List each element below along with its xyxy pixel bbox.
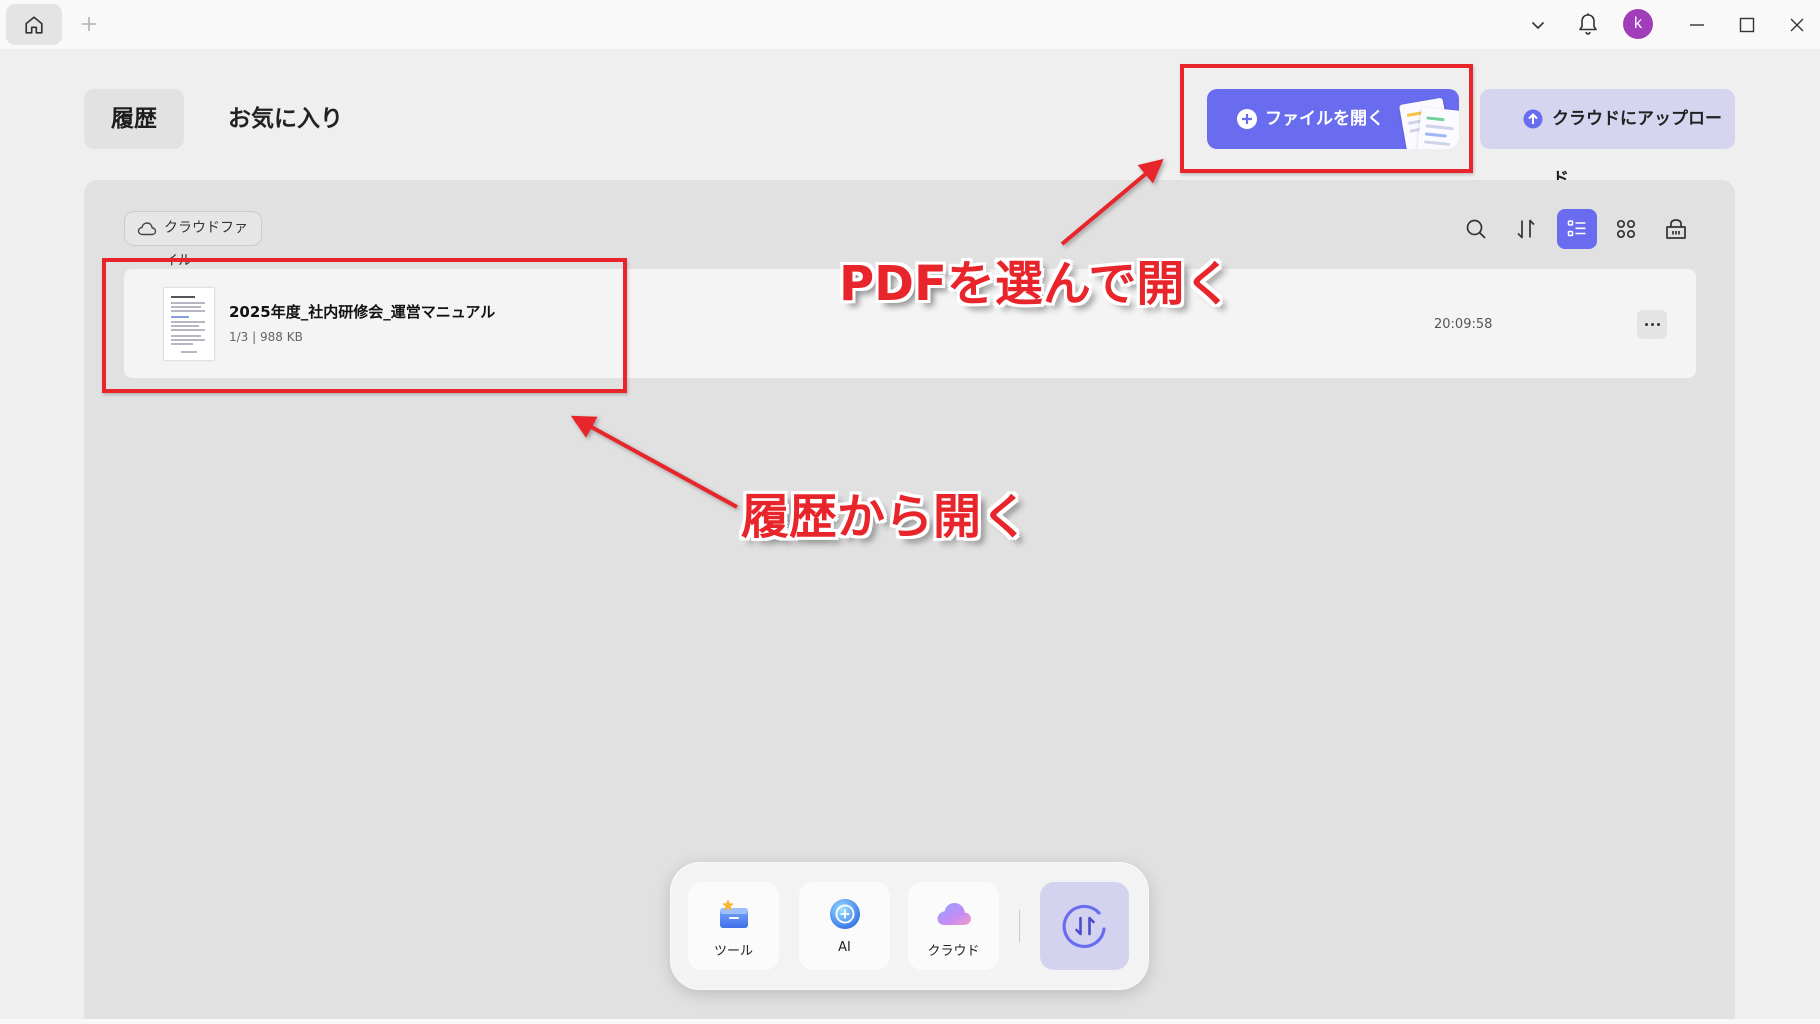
annotation-arrow-history	[570, 415, 738, 509]
dock-item-ai-label: AI	[838, 940, 851, 955]
annotation-from-history: 履歴から開く	[741, 489, 1030, 545]
cloud-icon	[908, 896, 999, 932]
annotation-arrow-open-file	[1060, 158, 1164, 246]
tools-icon	[688, 896, 779, 932]
ai-icon	[799, 896, 890, 932]
annotation-open-pdf: PDFを選んで開く	[839, 256, 1233, 312]
dock-convert-button[interactable]	[1040, 882, 1129, 970]
convert-icon	[1062, 904, 1106, 949]
dock-item-ai[interactable]: AI	[799, 882, 890, 970]
dock-item-tools[interactable]: ツール	[688, 882, 779, 970]
dock-item-cloud-label: クラウド	[927, 944, 980, 959]
dock-divider	[1019, 910, 1020, 942]
dock-item-tools-label: ツール	[713, 944, 753, 959]
dock-item-cloud[interactable]: クラウド	[908, 882, 999, 970]
